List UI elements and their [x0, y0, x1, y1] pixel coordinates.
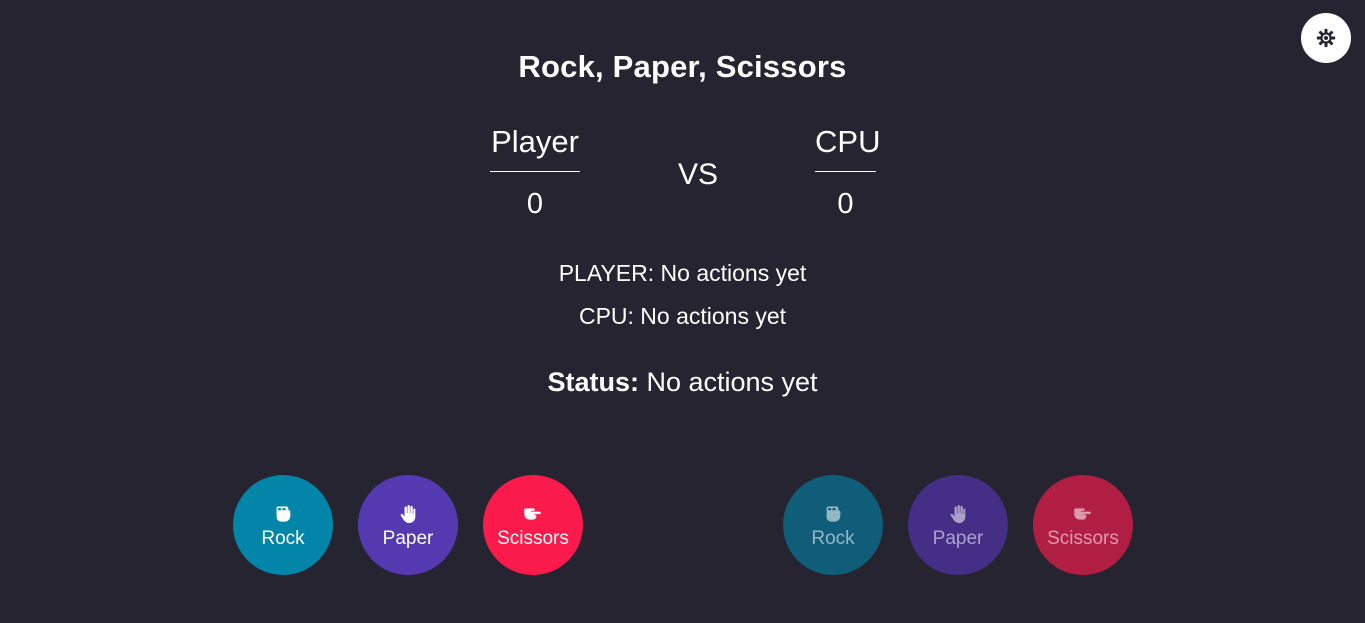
button-label: Rock — [261, 527, 305, 549]
fist-icon — [822, 503, 844, 525]
cpu-paper-button: Paper — [908, 475, 1008, 575]
game-page: Rock, Paper, Scissors Player 0 VS CPU 0 … — [0, 0, 1365, 623]
page-title: Rock, Paper, Scissors — [518, 49, 847, 84]
cpu-rock-button: Rock — [783, 475, 883, 575]
status-line: Status: No actions yet — [0, 365, 1365, 399]
scissors-hand-icon — [1072, 503, 1094, 525]
button-label: Scissors — [497, 527, 569, 549]
player-action-text: PLAYER: No actions yet — [558, 260, 807, 286]
player-name: Player — [490, 120, 580, 172]
versus-label: VS — [677, 158, 719, 191]
cpu-score: 0 — [837, 188, 854, 220]
player-score: 0 — [526, 188, 544, 220]
button-label: Paper — [382, 527, 434, 549]
actions-log: PLAYER: No actions yet CPU: No actions y… — [0, 258, 1365, 344]
player-score-panel: Player 0 — [490, 120, 580, 219]
scissors-hand-icon — [522, 503, 544, 525]
fist-icon — [272, 503, 294, 525]
button-label: Scissors — [1047, 527, 1119, 549]
player-paper-button[interactable]: Paper — [358, 475, 458, 575]
status-label: Status: — [547, 367, 639, 397]
cpu-name: CPU — [815, 120, 880, 172]
button-label: Rock — [811, 527, 855, 549]
hand-icon — [397, 503, 419, 525]
scoreboard: Player 0 VS CPU 0 — [0, 120, 1365, 230]
gear-icon — [1316, 28, 1336, 48]
player-rock-button[interactable]: Rock — [233, 475, 333, 575]
status-value: No actions yet — [638, 367, 818, 397]
player-scissors-button[interactable]: Scissors — [483, 475, 583, 575]
cpu-action-text: CPU: No actions yet — [578, 303, 787, 329]
hand-icon — [947, 503, 969, 525]
cpu-scissors-button: Scissors — [1033, 475, 1133, 575]
cpu-score-panel: CPU 0 — [815, 120, 880, 220]
button-label: Paper — [932, 527, 984, 549]
